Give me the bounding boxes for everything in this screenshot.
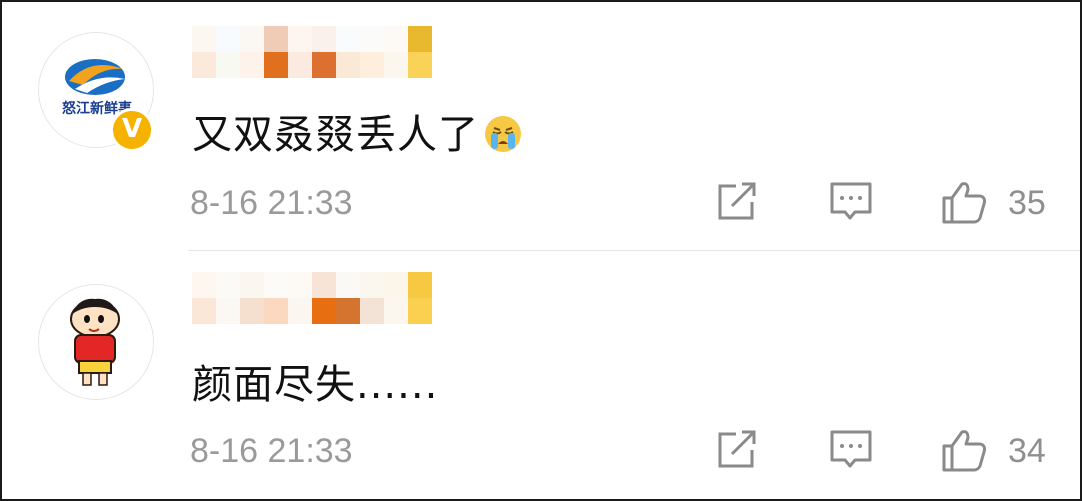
like-count: 35 bbox=[1008, 184, 1046, 222]
comment-list: 怒江新鲜事 V 又双叒叕丢人了 8-16 21:33 35 颜面尽失......… bbox=[0, 0, 1082, 501]
comment-icon bbox=[830, 182, 872, 220]
comment-time: 8-16 21:33 bbox=[190, 432, 353, 470]
username-pixelated[interactable] bbox=[192, 272, 452, 326]
like-button[interactable]: 34 bbox=[940, 428, 1060, 472]
username-pixelated[interactable] bbox=[192, 26, 452, 80]
thumbs-up-icon bbox=[942, 430, 986, 472]
comment-text: 颜面尽失...... bbox=[192, 362, 439, 408]
comment-item: 怒江新鲜事 V 又双叒叕丢人了 8-16 21:33 35 bbox=[2, 2, 1080, 252]
share-icon bbox=[718, 182, 756, 220]
reply-button[interactable] bbox=[828, 428, 874, 472]
crying-face-icon bbox=[485, 116, 521, 152]
comment-text: 又双叒叕丢人了 bbox=[192, 102, 523, 160]
share-icon bbox=[718, 430, 756, 468]
cartoon-boy-avatar-icon bbox=[70, 298, 120, 386]
like-count: 34 bbox=[1008, 432, 1046, 470]
comment-icon bbox=[830, 430, 872, 468]
avatar[interactable] bbox=[38, 284, 154, 400]
comment-text-content: 又双叒叕丢人了 bbox=[192, 112, 479, 158]
divider bbox=[188, 250, 1080, 251]
reply-button[interactable] bbox=[828, 180, 874, 224]
share-button[interactable] bbox=[714, 180, 760, 224]
share-button[interactable] bbox=[714, 428, 760, 472]
comment-item: 颜面尽失...... 8-16 21:33 34 bbox=[2, 252, 1080, 499]
comment-time: 8-16 21:33 bbox=[190, 184, 353, 222]
thumbs-up-icon bbox=[942, 182, 986, 224]
verified-badge: V bbox=[110, 108, 154, 152]
like-button[interactable]: 35 bbox=[940, 180, 1060, 224]
